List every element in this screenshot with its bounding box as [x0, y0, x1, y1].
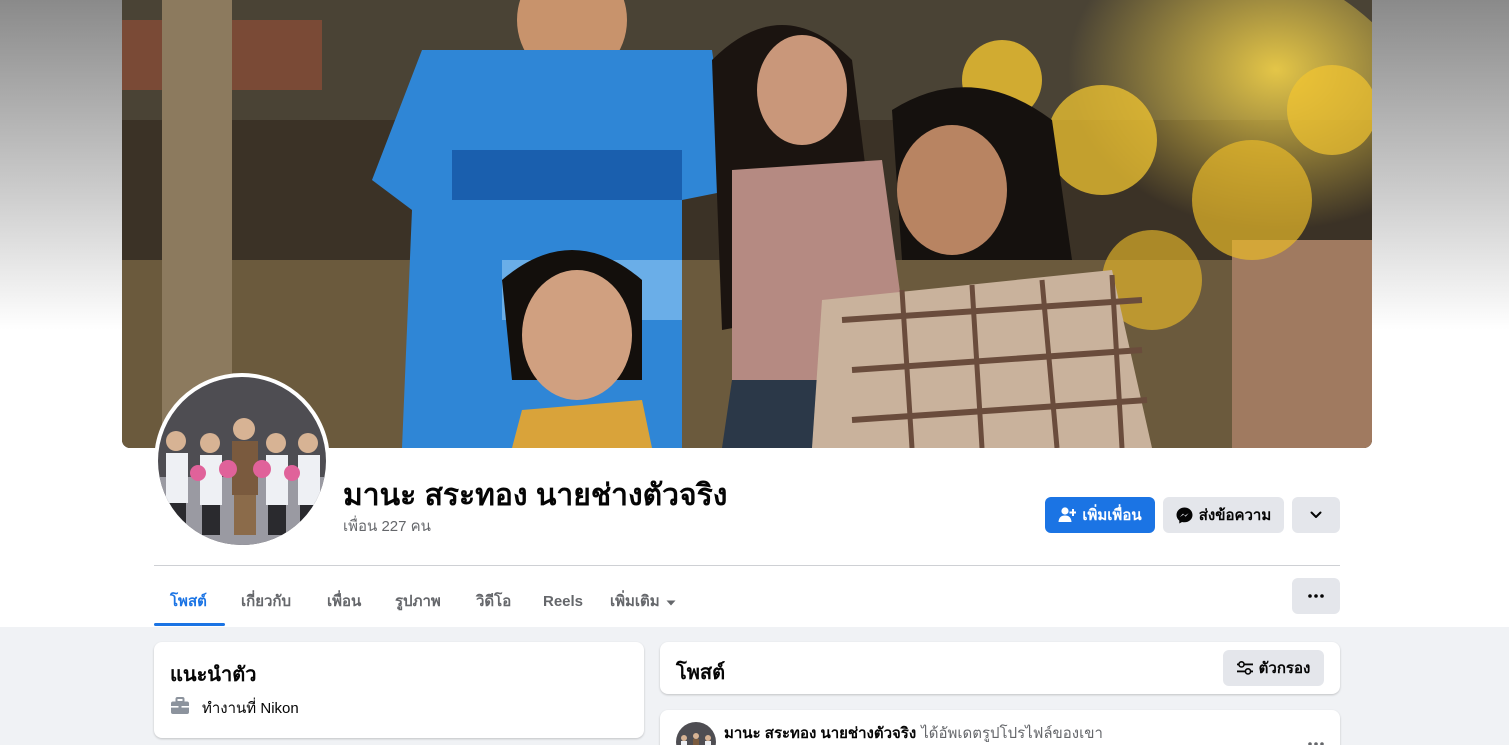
profile-name: มานะ สระทอง นายช่างตัวจริง: [343, 479, 728, 512]
profile-picture[interactable]: [154, 373, 330, 549]
tab-friends[interactable]: เพื่อน: [311, 577, 377, 625]
posts-title: โพสต์: [676, 662, 726, 684]
message-button[interactable]: ส่งข้อความ: [1163, 497, 1284, 533]
intro-work-line: ทำงานที่ Nikon: [170, 696, 299, 720]
post-header-text: มานะ สระทอง นายช่างตัวจริง ได้อัพเดตรูปโ…: [724, 721, 1103, 745]
tab-more[interactable]: เพิ่มเติม: [594, 577, 692, 625]
profile-options-button[interactable]: [1292, 497, 1340, 533]
intro-card: แนะนำตัว ทำงานที่ Nikon: [154, 642, 644, 738]
add-friend-button[interactable]: เพิ่มเพื่อน: [1045, 497, 1155, 533]
tab-more-label: เพิ่มเติม: [610, 593, 660, 610]
cover-photo[interactable]: [122, 0, 1372, 448]
sliders-icon: [1236, 661, 1253, 675]
tab-photos[interactable]: รูปภาพ: [379, 577, 457, 625]
more-dots-icon: [1308, 594, 1324, 598]
post-header: มานะ สระทอง นายช่างตัวจริง ได้อัพเดตรูปโ…: [676, 722, 1103, 745]
message-label: ส่งข้อความ: [1198, 507, 1272, 524]
posts-header-card: โพสต์ ตัวกรอง: [660, 642, 1340, 694]
intro-work-text: ทำงานที่ Nikon: [202, 700, 299, 717]
messenger-icon: [1176, 507, 1193, 524]
briefcase-icon: [170, 697, 190, 719]
post-action-text: ได้อัพเดตรูปโปรไฟล์ของเขา: [921, 725, 1103, 742]
post-more-button[interactable]: [1308, 730, 1324, 745]
chevron-down-icon: [1310, 511, 1322, 519]
post-author-avatar[interactable]: [676, 722, 716, 745]
tab-reels[interactable]: Reels: [527, 577, 599, 625]
filter-button[interactable]: ตัวกรอง: [1223, 650, 1324, 686]
intro-title: แนะนำตัว: [170, 664, 257, 686]
post-card: มานะ สระทอง นายช่างตัวจริง ได้อัพเดตรูปโ…: [660, 710, 1340, 745]
add-friend-label: เพิ่มเพื่อน: [1082, 507, 1142, 524]
person-plus-icon: [1058, 507, 1077, 523]
tab-about[interactable]: เกี่ยวกับ: [225, 577, 307, 625]
post-author-name[interactable]: มานะ สระทอง นายช่างตัวจริง: [724, 721, 916, 745]
tab-posts[interactable]: โพสต์: [154, 577, 223, 625]
filter-label: ตัวกรอง: [1258, 660, 1311, 677]
header-divider: [154, 565, 1340, 566]
caret-down-icon: [666, 593, 676, 610]
tabs-more-button[interactable]: [1292, 578, 1340, 614]
friends-count[interactable]: เพื่อน 227 คน: [343, 514, 431, 538]
tab-videos[interactable]: วิดีโอ: [460, 577, 527, 625]
active-tab-indicator: [154, 623, 225, 626]
